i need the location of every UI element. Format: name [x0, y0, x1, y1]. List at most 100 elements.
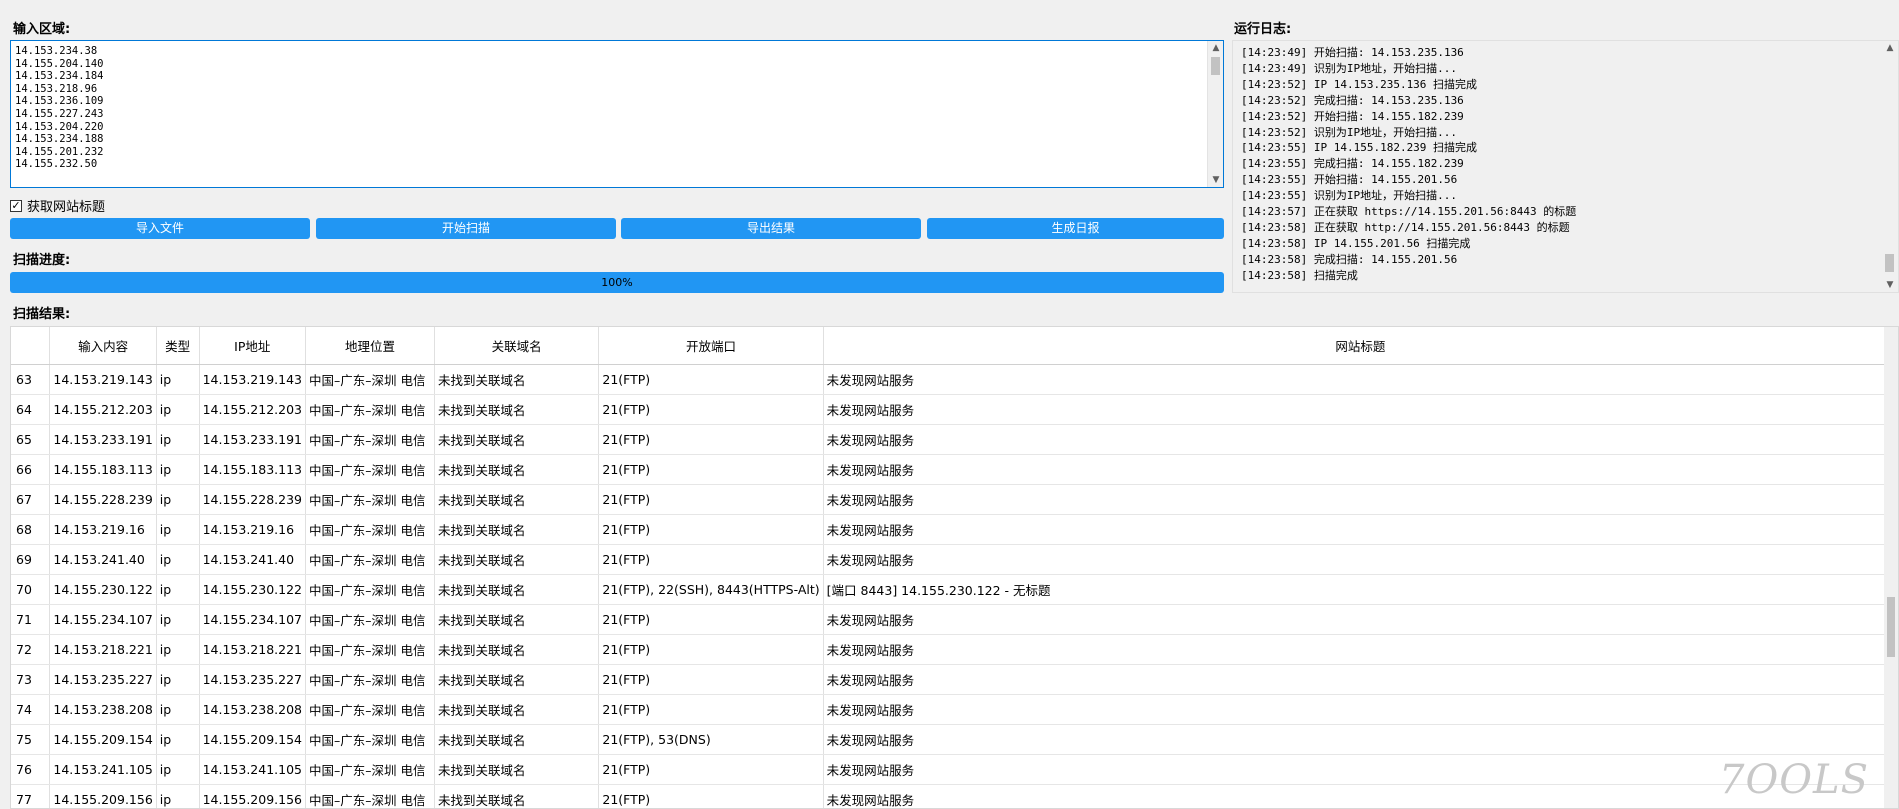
- run-log[interactable]: [14:23:49] 开始扫描: 14.153.235.136 [14:23:49…: [1232, 40, 1899, 293]
- log-line: [14:23:58] 扫描完成: [1241, 268, 1358, 282]
- table-cell: 未发现网站服务: [823, 724, 1898, 755]
- table-row[interactable]: 64 14.155.212.203 ip 14.155.212.203 中国–广东–深圳…: [11, 394, 1898, 425]
- column-header[interactable]: 地理位置: [305, 327, 435, 365]
- table-cell: ip: [156, 754, 200, 785]
- input-area-label: 输入区域:: [13, 22, 71, 37]
- column-header[interactable]: 类型: [156, 327, 200, 365]
- import-file-button[interactable]: 导入文件: [10, 218, 310, 239]
- start-scan-button[interactable]: 开始扫描: [316, 218, 616, 239]
- table-cell: 中国–广东–深圳 电信: [305, 514, 435, 545]
- input-line: 14.155.227.243: [15, 107, 104, 120]
- results-table[interactable]: 输入内容 类型 IP地址 地理位置 关联域名 开放端口 网站标题 63 14.153.219.…: [10, 326, 1899, 809]
- table-row[interactable]: 65 14.153.233.191 ip 14.153.233.191 中国–广东–深圳…: [11, 424, 1898, 455]
- input-scrollbar[interactable]: ▲ ▼: [1207, 41, 1223, 187]
- table-cell: 21(FTP): [598, 454, 824, 485]
- table-cell: 中国–广东–深圳 电信: [305, 604, 435, 635]
- export-results-button[interactable]: 导出结果: [621, 218, 921, 239]
- table-cell: 14.155.228.239: [49, 484, 157, 515]
- fetch-title-checkbox[interactable]: ✓: [10, 199, 22, 212]
- table-cell: 未发现网站服务: [823, 514, 1898, 545]
- table-cell: 未发现网站服务: [823, 694, 1898, 725]
- table-cell: 14.153.241.40: [49, 544, 157, 575]
- table-row[interactable]: 76 14.153.241.105 ip 14.153.241.105 中国–广东–深圳…: [11, 754, 1898, 785]
- results-label: 扫描结果:: [13, 307, 71, 322]
- row-number: 72: [11, 634, 51, 665]
- scroll-thumb[interactable]: [1211, 57, 1220, 75]
- row-number: 73: [11, 664, 51, 695]
- fetch-title-label: 获取网站标题: [27, 200, 106, 215]
- column-header[interactable]: [11, 327, 51, 365]
- table-cell: 中国–广东–深圳 电信: [305, 454, 435, 485]
- row-number: 64: [11, 394, 51, 425]
- table-row[interactable]: 73 14.153.235.227 ip 14.153.235.227 中国–广东–深圳…: [11, 664, 1898, 695]
- input-line: 14.155.201.232: [15, 145, 104, 158]
- table-row[interactable]: 63 14.153.219.143 ip 14.153.219.143 中国–广东–深圳…: [11, 364, 1898, 395]
- scroll-down-icon[interactable]: ▼: [1882, 278, 1898, 292]
- table-cell: 21(FTP), 53(DNS): [598, 724, 824, 755]
- table-cell: 未找到关联域名: [434, 454, 600, 485]
- column-header[interactable]: IP地址: [199, 327, 306, 365]
- generate-report-button[interactable]: 生成日报: [927, 218, 1224, 239]
- scroll-up-icon[interactable]: ▲: [1882, 41, 1898, 55]
- table-row[interactable]: 75 14.155.209.154 ip 14.155.209.154 中国–广东–深圳…: [11, 724, 1898, 755]
- row-number: 75: [11, 724, 51, 755]
- table-cell: ip: [156, 724, 200, 755]
- log-line: [14:23:52] IP 14.153.235.136 扫描完成: [1241, 77, 1478, 91]
- row-number: 69: [11, 544, 51, 575]
- table-row[interactable]: 70 14.155.230.122 ip 14.155.230.122 中国–广东–深圳…: [11, 574, 1898, 605]
- table-row[interactable]: 72 14.153.218.221 ip 14.153.218.221 中国–广东–深圳…: [11, 634, 1898, 665]
- table-row[interactable]: 67 14.155.228.239 ip 14.155.228.239 中国–广东–深圳…: [11, 484, 1898, 515]
- row-number: 74: [11, 694, 51, 725]
- table-cell: 未找到关联域名: [434, 754, 600, 785]
- table-cell: 21(FTP): [598, 394, 824, 425]
- table-row[interactable]: 66 14.155.183.113 ip 14.155.183.113 中国–广东–深圳…: [11, 454, 1898, 485]
- input-line: 14.153.234.184: [15, 70, 104, 83]
- row-number: 77: [11, 784, 51, 808]
- table-cell: 14.153.241.105: [199, 754, 306, 785]
- input-lines: 14.153.234.38 14.155.204.140 14.153.234.18…: [15, 45, 104, 171]
- table-row[interactable]: 68 14.153.219.16 ip 14.153.219.16 中国–广东–深圳 电…: [11, 514, 1898, 545]
- table-cell: ip: [156, 394, 200, 425]
- scroll-thumb[interactable]: [1885, 254, 1894, 272]
- scroll-down-icon[interactable]: ▼: [1208, 173, 1223, 187]
- table-cell: ip: [156, 424, 200, 455]
- table-cell: 未找到关联域名: [434, 664, 600, 695]
- table-cell: 14.155.209.154: [199, 724, 306, 755]
- column-header[interactable]: 网站标题: [823, 327, 1898, 365]
- table-cell: 14.155.209.154: [49, 724, 157, 755]
- table-row[interactable]: 71 14.155.234.107 ip 14.155.234.107 中国–广东–深圳…: [11, 604, 1898, 635]
- table-cell: 中国–广东–深圳 电信: [305, 574, 435, 605]
- log-scrollbar[interactable]: ▲ ▼: [1882, 41, 1898, 292]
- scroll-thumb[interactable]: [1887, 597, 1895, 657]
- column-header[interactable]: 输入内容: [49, 327, 157, 365]
- input-line: 14.153.234.38: [15, 45, 98, 57]
- input-line: 14.153.218.96: [15, 82, 98, 95]
- log-line: [14:23:58] IP 14.155.201.56 扫描完成: [1241, 236, 1471, 250]
- column-header[interactable]: 关联域名: [434, 327, 600, 365]
- table-cell: 中国–广东–深圳 电信: [305, 394, 435, 425]
- fetch-title-option[interactable]: ✓ 获取网站标题: [10, 196, 105, 215]
- table-row[interactable]: 74 14.153.238.208 ip 14.153.238.208 中国–广东–深圳…: [11, 694, 1898, 725]
- table-cell: 14.153.235.227: [49, 664, 157, 695]
- table-cell: [端口 8443] 14.155.230.122 - 无标题: [823, 574, 1898, 605]
- table-cell: ip: [156, 574, 200, 605]
- table-row[interactable]: 77 14.155.209.156 ip 14.155.209.156 中国–广东–深圳…: [11, 784, 1898, 808]
- scroll-up-icon[interactable]: ▲: [1208, 41, 1223, 55]
- progress-bar: 100%: [10, 272, 1224, 293]
- table-cell: ip: [156, 784, 200, 808]
- table-scrollbar[interactable]: [1884, 327, 1898, 808]
- table-cell: ip: [156, 484, 200, 515]
- table-cell: 未找到关联域名: [434, 394, 600, 425]
- table-row[interactable]: 69 14.153.241.40 ip 14.153.241.40 中国–广东–深圳 电…: [11, 544, 1898, 575]
- table-cell: 未找到关联域名: [434, 364, 600, 395]
- input-textarea[interactable]: 14.153.234.38 14.155.204.140 14.153.234.18…: [10, 40, 1224, 188]
- table-cell: 21(FTP): [598, 604, 824, 635]
- table-cell: 14.155.230.122: [49, 574, 157, 605]
- table-cell: 14.153.233.191: [199, 424, 306, 455]
- column-header[interactable]: 开放端口: [598, 327, 824, 365]
- input-line: 14.153.234.188: [15, 133, 104, 146]
- watermark-logo: 7OOLS: [1719, 757, 1869, 803]
- table-cell: 未找到关联域名: [434, 544, 600, 575]
- table-cell: 14.153.233.191: [49, 424, 157, 455]
- table-cell: 14.153.241.40: [199, 544, 306, 575]
